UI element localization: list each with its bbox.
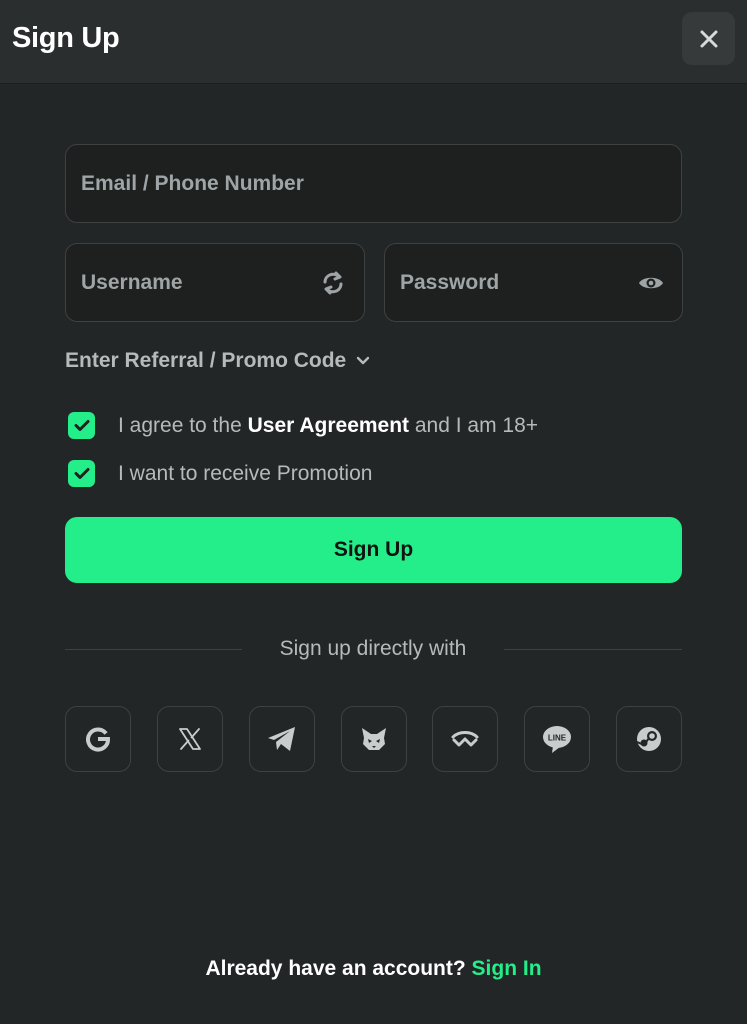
refresh-icon	[323, 271, 343, 294]
agree-prefix: I agree to the	[118, 413, 248, 437]
promotion-label: I want to receive Promotion	[118, 461, 373, 485]
line-signup-button[interactable]: LINE	[524, 706, 590, 772]
username-field-wrapper	[65, 243, 365, 322]
social-heading: Sign up directly with	[279, 637, 467, 660]
email-field-wrapper	[65, 144, 682, 223]
footer-prompt: Already have an account?	[205, 957, 472, 980]
close-button[interactable]	[682, 12, 735, 65]
agreement-row: I agree to the User Agreement and I am 1…	[68, 412, 538, 439]
agree-checkbox[interactable]	[68, 412, 95, 439]
metamask-icon	[362, 728, 386, 750]
google-signup-button[interactable]	[65, 706, 131, 772]
email-phone-input[interactable]	[66, 145, 681, 222]
footer: Already have an account? Sign In	[0, 957, 747, 981]
close-icon	[700, 30, 717, 47]
toggle-password-visibility[interactable]	[636, 268, 666, 298]
modal-header: Sign Up	[0, 0, 747, 84]
promotion-checkbox[interactable]	[68, 460, 95, 487]
x-signup-button[interactable]	[157, 706, 223, 772]
walletconnect-signup-button[interactable]	[432, 706, 498, 772]
referral-label: Enter Referral / Promo Code	[65, 349, 347, 372]
steam-signup-button[interactable]	[616, 706, 682, 772]
x-icon	[179, 728, 201, 750]
telegram-icon	[268, 727, 295, 751]
chevron-down-icon	[356, 356, 370, 366]
line-icon: LINE	[543, 726, 571, 753]
telegram-signup-button[interactable]	[249, 706, 315, 772]
password-field-wrapper	[384, 243, 683, 322]
promotion-row: I want to receive Promotion	[68, 460, 372, 487]
eye-icon	[639, 277, 663, 288]
walletconnect-icon	[451, 731, 479, 747]
google-icon	[86, 727, 111, 752]
refresh-username-button[interactable]	[318, 268, 348, 298]
agree-suffix: and I am 18+	[409, 413, 539, 437]
signup-modal: Sign Up Email / Phone Number Username En…	[0, 0, 747, 1024]
sign-up-button[interactable]: Sign Up	[65, 517, 682, 583]
steam-icon	[636, 727, 661, 751]
referral-code-toggle[interactable]: Enter Referral / Promo Code	[65, 349, 370, 373]
divider-left	[65, 649, 242, 650]
modal-title: Sign Up	[12, 22, 120, 54]
divider-right	[504, 649, 682, 650]
checkmark-icon	[74, 468, 89, 479]
agree-label: I agree to the User Agreement and I am 1…	[118, 414, 538, 438]
metamask-signup-button[interactable]	[341, 706, 407, 772]
user-agreement-link[interactable]: User Agreement	[248, 414, 409, 437]
line-icon-text: LINE	[548, 734, 567, 743]
checkmark-icon	[74, 420, 89, 431]
sign-in-link[interactable]: Sign In	[472, 957, 542, 980]
